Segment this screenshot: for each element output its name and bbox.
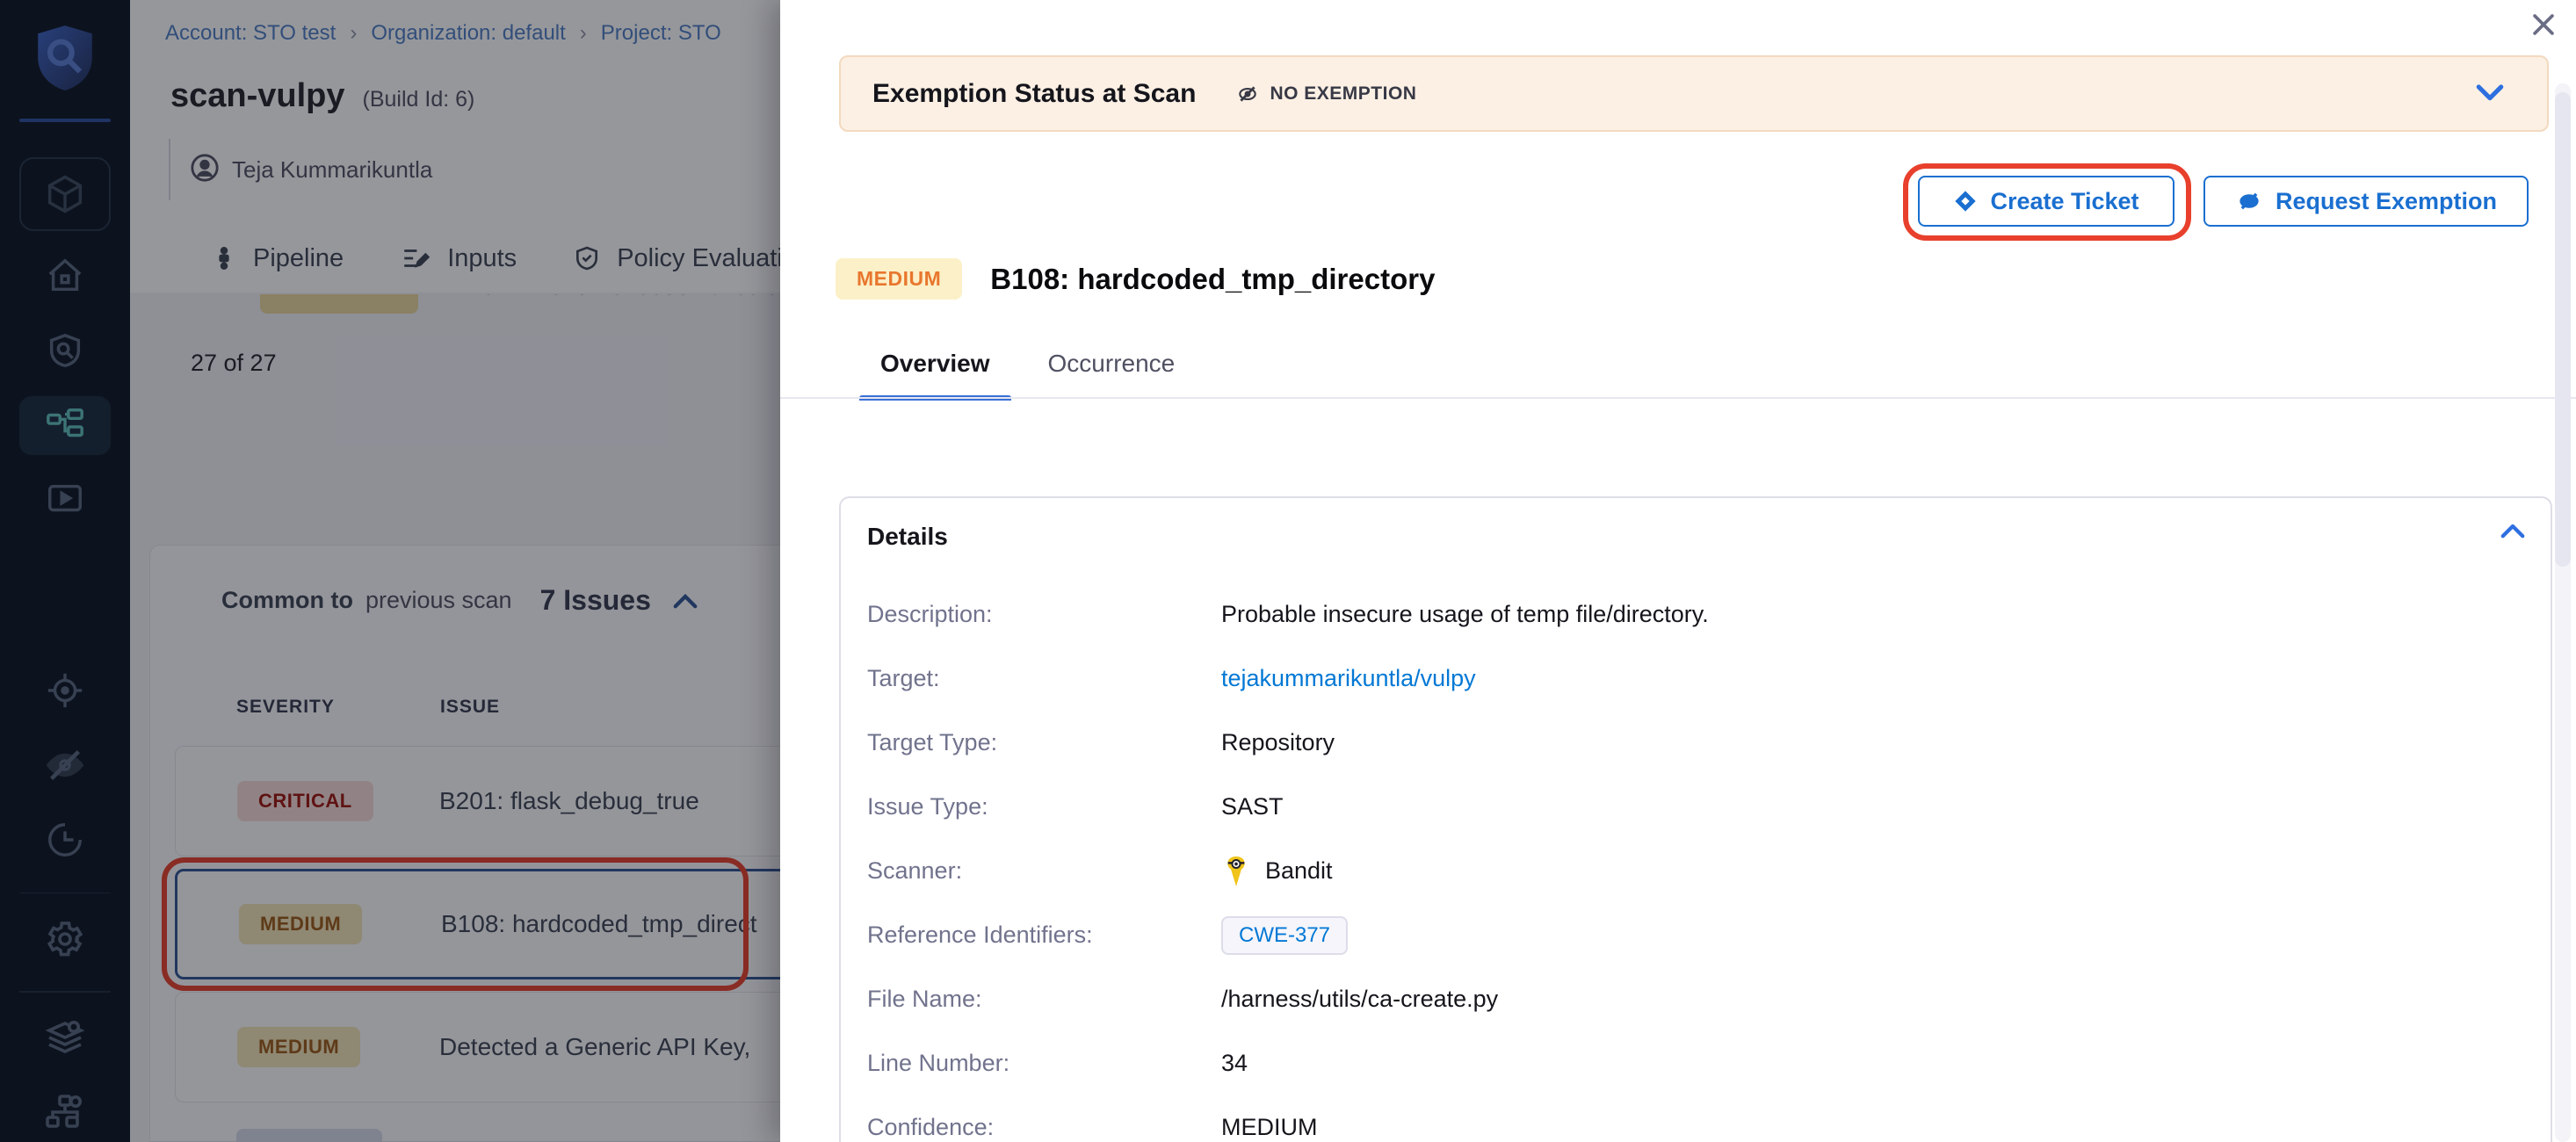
create-ticket-button[interactable]: Create Ticket	[1918, 176, 2174, 227]
tab-overview[interactable]: Overview	[880, 350, 990, 401]
tab-occurrence[interactable]: Occurrence	[1048, 350, 1176, 401]
field-value: Bandit	[1221, 855, 1333, 888]
exemption-banner-title: Exemption Status at Scan	[872, 79, 1196, 109]
detail-field-row: Target Type: Repository	[867, 711, 2519, 775]
chevron-up-icon[interactable]	[2500, 521, 2526, 545]
scrollbar-thumb[interactable]	[2555, 92, 2571, 567]
field-label: Description:	[867, 601, 993, 628]
details-card: Details Description: Probable insecure us…	[839, 496, 2552, 1142]
field-value: Probable insecure usage of temp file/dir…	[1221, 601, 1709, 628]
issue-title: B108: hardcoded_tmp_directory	[990, 263, 1435, 296]
field-value: CWE-377	[1221, 916, 1348, 955]
field-label: Scanner:	[867, 857, 962, 885]
scanner-name: Bandit	[1265, 857, 1333, 885]
severity-badge-medium: MEDIUM	[836, 258, 962, 300]
no-exemption-badge: NO EXEMPTION	[1234, 83, 1416, 105]
detail-field-row: Line Number: 34	[867, 1031, 2519, 1095]
detail-field-row: Scanner: Bandit	[867, 839, 2519, 903]
field-value: /harness/utils/ca-create.py	[1221, 986, 1498, 1013]
field-label: Reference Identifiers:	[867, 922, 1093, 949]
details-fields: Description: Probable insecure usage of t…	[867, 582, 2519, 1142]
field-label: Issue Type:	[867, 793, 988, 820]
details-heading: Details	[867, 523, 948, 551]
field-label: Target:	[867, 665, 940, 692]
close-icon[interactable]	[2524, 5, 2563, 44]
field-value: Repository	[1221, 729, 1335, 756]
detail-field-row: File Name: /harness/utils/ca-create.py	[867, 967, 2519, 1031]
exemption-status-banner: Exemption Status at Scan NO EXEMPTION	[839, 55, 2549, 132]
issue-detail-drawer: Exemption Status at Scan NO EXEMPTION Cr…	[780, 0, 2576, 1142]
field-value: MEDIUM	[1221, 1114, 1318, 1141]
detail-field-row: Issue Type: SAST	[867, 775, 2519, 839]
detail-field-row: Confidence: MEDIUM	[867, 1095, 2519, 1142]
ticket-diamond-icon	[1953, 189, 1978, 213]
target-link[interactable]: tejakummarikuntla/vulpy	[1221, 665, 1476, 692]
eye-off-icon	[1234, 83, 1261, 105]
chevron-down-icon[interactable]	[2475, 82, 2505, 109]
field-value: SAST	[1221, 793, 1284, 820]
field-value: 34	[1221, 1050, 1248, 1077]
field-label: Target Type:	[867, 729, 997, 756]
app-root: Account: STO test › Organization: defaul…	[0, 0, 2576, 1142]
scrollbar-track	[2555, 83, 2571, 1142]
drawer-scrim[interactable]	[0, 0, 780, 1142]
request-exemption-button[interactable]: Request Exemption	[2203, 176, 2529, 227]
eye-off-icon	[2235, 189, 2263, 213]
issue-detail-tabs: Overview Occurrence	[880, 350, 1175, 401]
bandit-scanner-icon	[1221, 855, 1251, 888]
field-label: Confidence:	[867, 1114, 994, 1141]
detail-field-row: Reference Identifiers: CWE-377	[867, 903, 2519, 967]
field-label: File Name:	[867, 986, 982, 1013]
divider	[780, 397, 2576, 399]
detail-field-row: Description: Probable insecure usage of t…	[867, 582, 2519, 647]
detail-field-row: Target: tejakummarikuntla/vulpy	[867, 647, 2519, 711]
field-label: Line Number:	[867, 1050, 1009, 1077]
cwe-reference-chip[interactable]: CWE-377	[1221, 916, 1348, 955]
